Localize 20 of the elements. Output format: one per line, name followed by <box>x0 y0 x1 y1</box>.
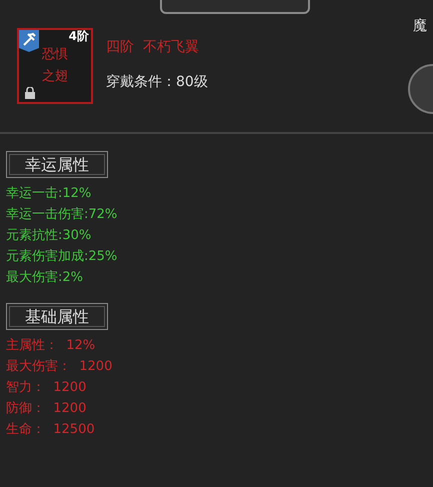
stat-line: 最大伤害:2% <box>6 269 84 287</box>
side-label: 魔 <box>413 17 427 36</box>
stat-line: 生命： 12500 <box>6 421 96 439</box>
stat-line: 智力： 1200 <box>6 379 88 397</box>
hammer-icon <box>19 30 39 52</box>
stat-line: 元素伤害加成:25% <box>6 248 118 266</box>
stat-line: 主属性： 12% <box>6 337 96 355</box>
stat-line: 元素抗性:30% <box>6 227 92 245</box>
section-title: 基础属性 <box>6 303 108 330</box>
stat-line: 幸运一击伤害:72% <box>6 206 118 224</box>
item-name: 恐惧 <box>42 46 68 64</box>
stat-line: 幸运一击:12% <box>6 185 92 203</box>
stat-line: 最大伤害： 1200 <box>6 358 114 376</box>
requirement-text: 穿戴条件：80级 <box>106 73 208 92</box>
item-name: 之翅 <box>42 68 68 86</box>
grade-label: 4阶 <box>68 30 89 42</box>
item-slot[interactable]: 4阶 恐惧 之翅 <box>17 28 93 104</box>
stat-line: 防御： 1200 <box>6 400 88 418</box>
item-title: 四阶 不朽飞翼 <box>106 38 200 57</box>
section-title: 幸运属性 <box>6 151 108 178</box>
